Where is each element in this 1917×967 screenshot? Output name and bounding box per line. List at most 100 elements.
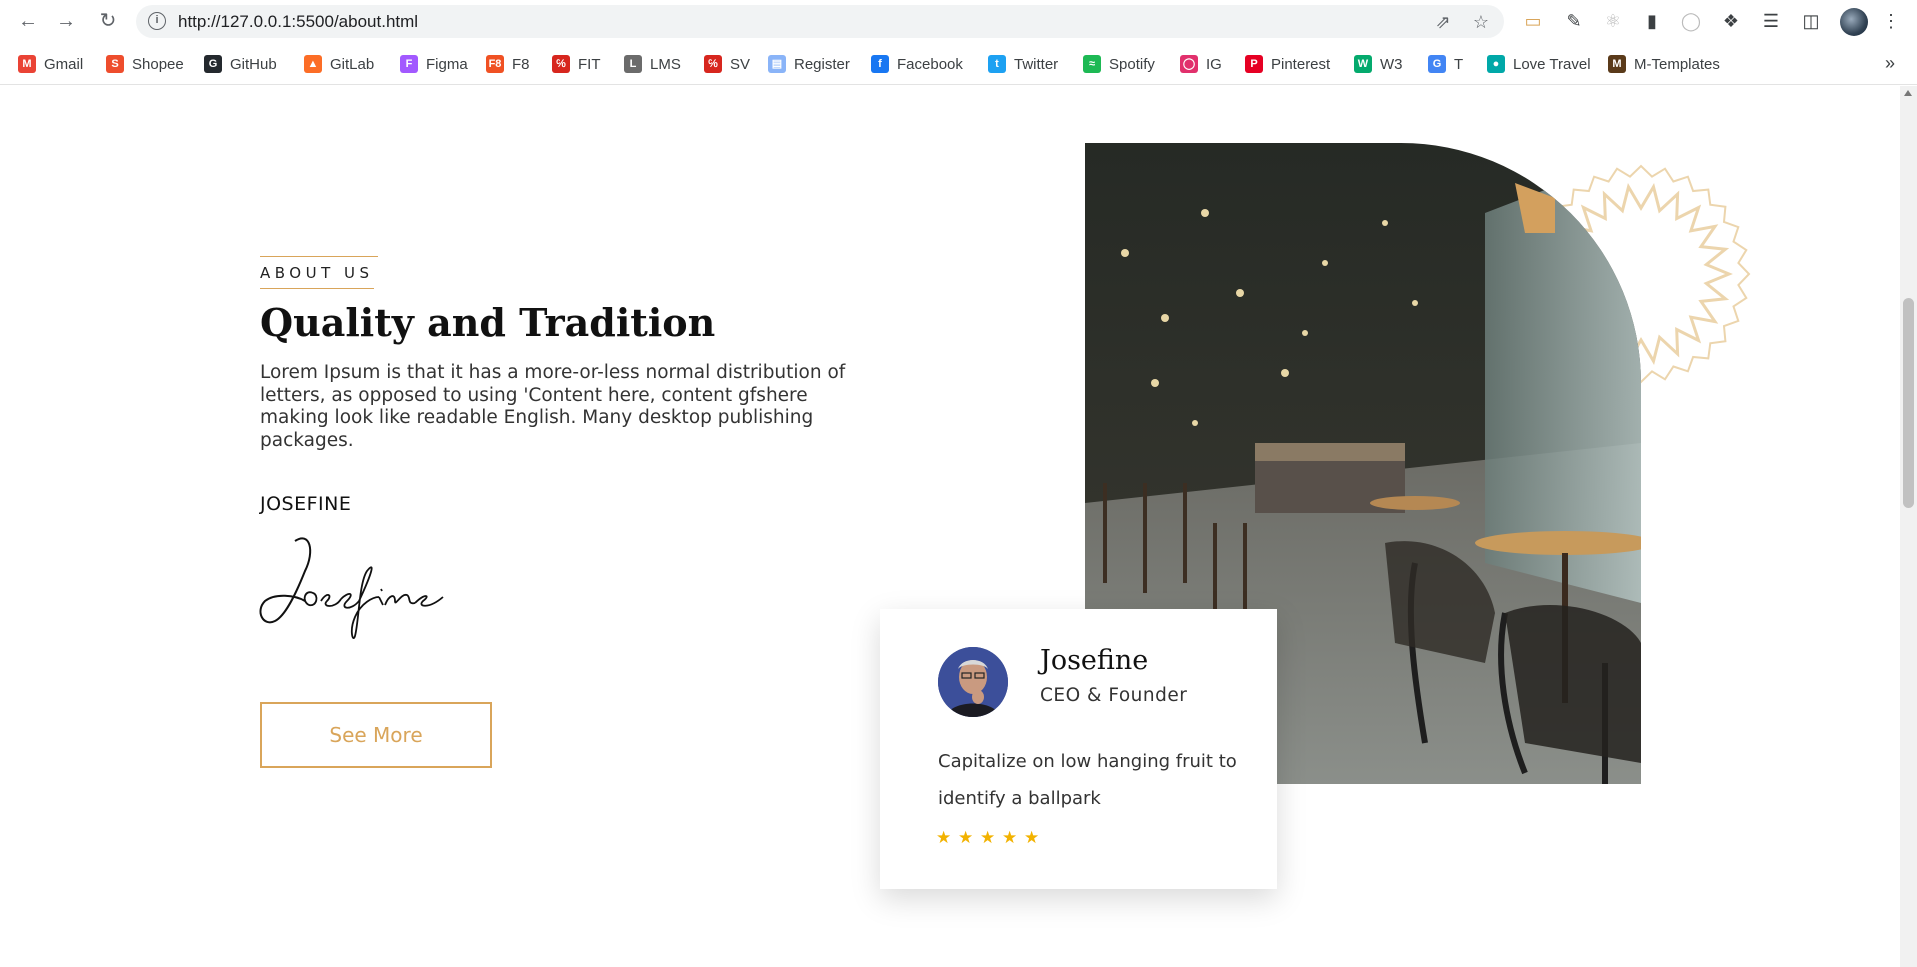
bookmark-label: Pinterest xyxy=(1271,55,1331,73)
bookmark-github[interactable]: G GitHub xyxy=(204,53,277,75)
about-page: ABOUT US Quality and Tradition Lorem Ips… xyxy=(0,86,1900,967)
bookmark-label: M-Templates xyxy=(1634,55,1720,73)
address-url[interactable]: http://127.0.0.1:5500/about.html xyxy=(178,12,418,32)
bookmark-label: GitLab xyxy=(330,55,375,73)
bookmark-label: FIT xyxy=(578,55,601,73)
browser-toolbar: ← → ↻ i http://127.0.0.1:5500/about.html… xyxy=(0,0,1917,43)
browser-chrome: ← → ↻ i http://127.0.0.1:5500/about.html… xyxy=(0,0,1917,85)
bookmark-sv[interactable]: ℅ SV xyxy=(704,53,750,75)
bookmark-label: F8 xyxy=(512,55,530,73)
bookmark-label: Love Travel xyxy=(1513,55,1591,73)
bookmark-facebook[interactable]: f Facebook xyxy=(871,53,963,75)
w3schools-icon: W xyxy=(1354,55,1372,73)
testimonial-name: Josefine xyxy=(1040,645,1149,676)
bookmark-label: Facebook xyxy=(897,55,963,73)
star-bookmark-icon[interactable]: ☆ xyxy=(1470,11,1492,33)
bookmarks-bar: M Gmail S Shopee G GitHub ▲ GitLab F Figma F8 F8 ℅ FI… xyxy=(0,43,1917,85)
bookmark-label: W3 xyxy=(1380,55,1403,73)
spotify-icon: ≈ xyxy=(1083,55,1101,73)
bookmark-twitter[interactable]: t Twitter xyxy=(988,53,1058,75)
reload-icon[interactable]: ↻ xyxy=(96,9,120,33)
love-travel-icon: ● xyxy=(1487,55,1505,73)
bookmark-label: Twitter xyxy=(1014,55,1059,73)
gitlab-icon: ▲ xyxy=(304,55,322,73)
extension-react-icon[interactable]: ⚛ xyxy=(1602,10,1624,32)
bookmark-figma[interactable]: F Figma xyxy=(400,53,468,75)
bookmarks-overflow-icon[interactable]: » xyxy=(1885,53,1895,74)
m-templates-icon: M xyxy=(1608,55,1626,73)
gmail-icon: M xyxy=(18,55,36,73)
bookmark-label: Register xyxy=(794,55,850,73)
forward-arrow-icon[interactable]: → xyxy=(54,9,78,33)
bookmark-w3[interactable]: W W3 xyxy=(1354,53,1403,75)
testimonial-card: Josefine CEO & Founder Capitalize on low… xyxy=(880,609,1277,889)
page-scrollbar[interactable] xyxy=(1900,86,1917,967)
pinterest-icon: P xyxy=(1245,55,1263,73)
signature-image xyxy=(259,537,444,639)
bookmark-label: LMS xyxy=(650,55,681,73)
lms-icon: L xyxy=(624,55,642,73)
sv-icon: ℅ xyxy=(704,55,722,73)
rating-stars: ★ ★ ★ ★ ★ xyxy=(936,829,1042,847)
address-bar[interactable]: i http://127.0.0.1:5500/about.html ⇗ ☆ xyxy=(136,5,1504,38)
extensions-puzzle-icon[interactable]: ❖ xyxy=(1720,10,1742,32)
site-info-icon[interactable]: i xyxy=(148,12,166,30)
extension-ruler-icon[interactable]: ▭ xyxy=(1522,10,1544,32)
bookmark-f8[interactable]: F8 F8 xyxy=(486,53,530,75)
translate-icon: G xyxy=(1428,55,1446,73)
bookmark-gmail[interactable]: M Gmail xyxy=(18,53,83,75)
bookmark-gitlab[interactable]: ▲ GitLab xyxy=(304,53,374,75)
twitter-icon: t xyxy=(988,55,1006,73)
bookmark-m-templates[interactable]: M M-Templates xyxy=(1608,53,1720,75)
side-panel-icon[interactable]: ◫ xyxy=(1800,10,1822,32)
scrollbar-thumb[interactable] xyxy=(1903,298,1914,508)
bookmark-label: IG xyxy=(1206,55,1222,73)
figma-icon: F xyxy=(400,55,418,73)
media-queue-icon[interactable]: ☰ xyxy=(1760,10,1782,32)
extension-compass-icon[interactable]: ◯ xyxy=(1680,10,1702,32)
bookmark-fit[interactable]: ℅ FIT xyxy=(552,53,601,75)
f8-icon: F8 xyxy=(486,55,504,73)
bookmark-label: T xyxy=(1454,55,1464,73)
instagram-icon: ◯ xyxy=(1180,55,1198,73)
testimonial-quote: Capitalize on low hanging fruit to ident… xyxy=(938,751,1237,809)
extension-eyedropper-icon[interactable]: ✎ xyxy=(1563,10,1585,32)
bookmark-shopee[interactable]: S Shopee xyxy=(106,53,184,75)
scroll-up-arrow-icon[interactable] xyxy=(1904,90,1912,96)
star-icon: ★ xyxy=(980,828,996,847)
section-description: Lorem Ipsum is that it has a more-or-les… xyxy=(260,362,846,451)
star-icon: ★ xyxy=(958,828,974,847)
bookmark-label: Gmail xyxy=(44,55,84,73)
star-icon: ★ xyxy=(936,828,952,847)
bookmark-register[interactable]: ▤ Register xyxy=(768,53,850,75)
bookmark-lms[interactable]: L LMS xyxy=(624,53,681,75)
founder-avatar xyxy=(938,647,1008,717)
back-arrow-icon[interactable]: ← xyxy=(16,9,40,33)
bookmark-label: Figma xyxy=(426,55,468,73)
section-heading: Quality and Tradition xyxy=(260,300,716,345)
browser-menu-icon[interactable]: ⋮ xyxy=(1880,10,1902,32)
document-icon: ▤ xyxy=(768,55,786,73)
bookmark-label: GitHub xyxy=(230,55,277,73)
see-more-button[interactable]: See More xyxy=(260,702,492,768)
bookmark-love-travel[interactable]: ● Love Travel xyxy=(1487,53,1591,75)
bookmark-spotify[interactable]: ≈ Spotify xyxy=(1083,53,1155,75)
star-icon: ★ xyxy=(1002,828,1018,847)
share-icon[interactable]: ⇗ xyxy=(1432,11,1454,33)
extension-pages-icon[interactable]: ▮ xyxy=(1641,10,1663,32)
bookmark-label: SV xyxy=(730,55,751,73)
section-kicker: ABOUT US xyxy=(260,256,378,289)
facebook-icon: f xyxy=(871,55,889,73)
bookmark-pinterest[interactable]: P Pinterest xyxy=(1245,53,1330,75)
shopee-icon: S xyxy=(106,55,124,73)
signature-name: JOSEFINE xyxy=(260,493,352,515)
fit-icon: ℅ xyxy=(552,55,570,73)
testimonial-role: CEO & Founder xyxy=(1040,685,1188,706)
profile-avatar[interactable] xyxy=(1840,8,1868,36)
bookmark-t[interactable]: GT xyxy=(1428,53,1463,75)
github-icon: G xyxy=(204,55,222,73)
bookmark-ig[interactable]: ◯ IG xyxy=(1180,53,1222,75)
bookmark-label: Shopee xyxy=(132,55,184,73)
bookmark-label: Spotify xyxy=(1109,55,1155,73)
star-icon: ★ xyxy=(1024,828,1040,847)
